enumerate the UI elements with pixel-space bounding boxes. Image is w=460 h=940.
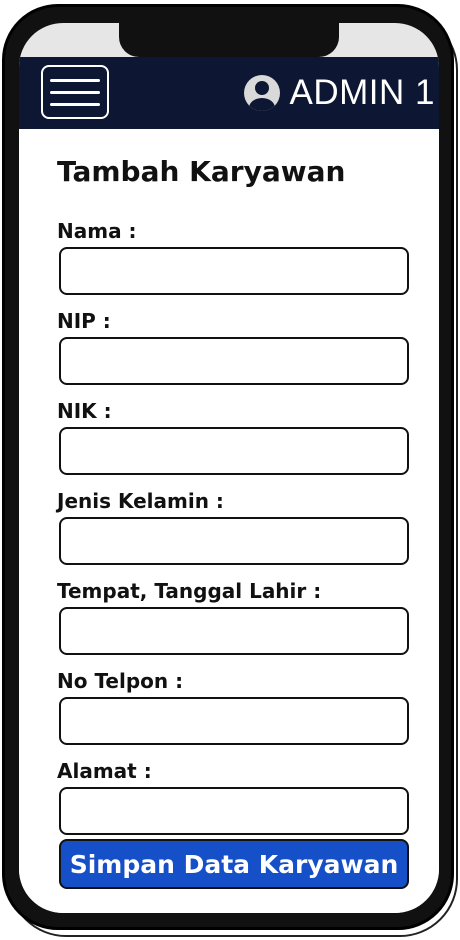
jenis-kelamin-label: Jenis Kelamin : <box>57 489 224 513</box>
menu-line <box>50 102 100 106</box>
alamat-input[interactable] <box>59 787 409 835</box>
screen: ADMIN 1 Tambah Karyawan Nama : NIP : NIK… <box>19 23 439 913</box>
no-telpon-label: No Telpon : <box>57 669 184 693</box>
nik-input[interactable] <box>59 427 409 475</box>
jenis-kelamin-input[interactable] <box>59 517 409 565</box>
tempat-tanggal-lahir-label: Tempat, Tanggal Lahir : <box>57 579 322 603</box>
nip-label: NIP : <box>57 309 111 333</box>
menu-line <box>50 90 100 94</box>
nip-input[interactable] <box>59 337 409 385</box>
nik-label: NIK : <box>57 399 112 423</box>
hamburger-menu-icon[interactable] <box>41 65 109 119</box>
save-button[interactable]: Simpan Data Karyawan <box>59 839 409 889</box>
no-telpon-input[interactable] <box>59 697 409 745</box>
nama-label: Nama : <box>57 219 137 243</box>
phone-notch <box>119 23 339 57</box>
alamat-label: Alamat : <box>57 759 152 783</box>
app-bar: ADMIN 1 <box>19 57 439 129</box>
user-avatar-icon <box>243 75 280 111</box>
tempat-tanggal-lahir-input[interactable] <box>59 607 409 655</box>
page-title: Tambah Karyawan <box>57 155 346 188</box>
admin-name: ADMIN 1 <box>289 73 435 112</box>
form-content: Tambah Karyawan Nama : NIP : NIK : Jenis… <box>19 129 439 913</box>
nama-input[interactable] <box>59 247 409 295</box>
avatar-body <box>248 98 275 111</box>
avatar-head <box>254 81 269 95</box>
user-profile[interactable]: ADMIN 1 <box>243 57 439 129</box>
phone-frame: ADMIN 1 Tambah Karyawan Nama : NIP : NIK… <box>2 4 454 930</box>
menu-line <box>50 78 100 82</box>
